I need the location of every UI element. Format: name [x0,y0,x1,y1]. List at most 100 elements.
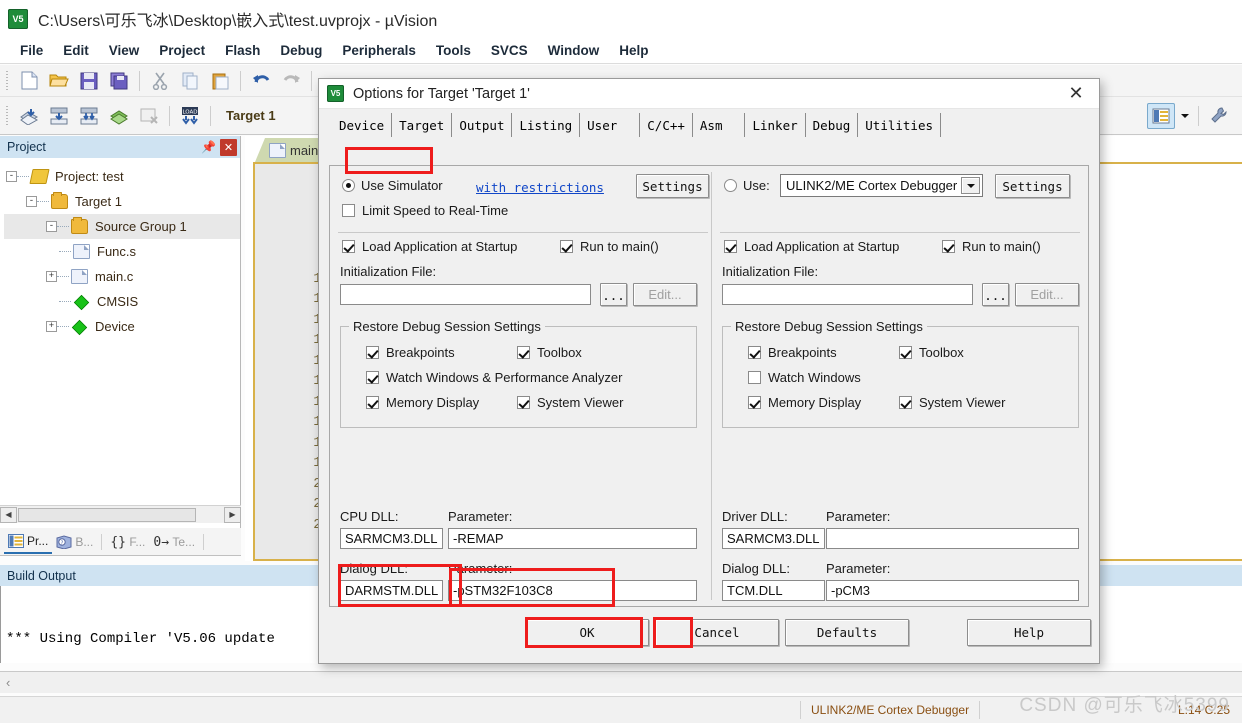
restore-system-viewer-checkbox[interactable] [517,396,530,409]
with-restrictions-link[interactable]: with restrictions [476,180,604,195]
expander-icon[interactable]: + [46,321,57,332]
menu-item-file[interactable]: File [10,41,53,60]
driver-parameter-input[interactable] [826,528,1079,549]
new-file-icon[interactable] [15,68,43,94]
run-to-main-checkbox[interactable] [560,240,573,253]
dialog-dll-input[interactable]: TCM.DLL [722,580,825,601]
rebuild-all-icon[interactable] [75,103,103,129]
tree-item-func-s[interactable]: Func.s [4,239,240,264]
menu-item-svcs[interactable]: SVCS [481,41,538,60]
build-icon[interactable] [15,103,43,129]
close-icon[interactable]: ✕ [220,138,237,156]
restore-toolbox-checkbox[interactable] [517,346,530,359]
init-file-input[interactable] [340,284,591,305]
dialog-parameter-input[interactable]: -pSTM32F103C8 [448,580,697,601]
defaults-button[interactable]: Defaults [785,619,909,646]
menu-item-tools[interactable]: Tools [426,41,481,60]
stop-build-icon[interactable] [135,103,163,129]
use-simulator-radio[interactable] [342,179,355,192]
expander-icon[interactable]: + [46,271,57,282]
scroll-right-icon[interactable]: ▶ [224,506,241,523]
copy-icon[interactable] [176,68,204,94]
simulator-settings-button[interactable]: Settings [636,174,709,198]
build-target-icon[interactable] [45,103,73,129]
toolbar-grip[interactable] [3,70,11,91]
scroll-left-icon[interactable]: ‹ [6,675,10,690]
load-application-checkbox[interactable] [342,240,355,253]
restore-watch-windows-checkbox[interactable] [748,371,761,384]
restore-breakpoints-checkbox[interactable] [366,346,379,359]
close-icon[interactable]: ✕ [1057,81,1095,107]
menu-item-debug[interactable]: Debug [270,41,332,60]
save-all-icon[interactable] [105,68,133,94]
undo-icon[interactable] [247,68,275,94]
pin-icon[interactable]: 📌 [200,139,217,156]
tree-item-cmsis[interactable]: CMSIS [4,289,240,314]
menu-item-peripherals[interactable]: Peripherals [332,41,426,60]
restore-toolbox-checkbox[interactable] [899,346,912,359]
tree-item-target-1[interactable]: - Target 1 [4,189,240,214]
menu-item-edit[interactable]: Edit [53,41,99,60]
debugger-dropdown[interactable]: ULINK2/ME Cortex Debugger [780,174,983,197]
hardware-settings-button[interactable]: Settings [995,174,1070,198]
tab-target[interactable]: Target [392,113,453,137]
expander-icon[interactable]: - [26,196,37,207]
menu-item-window[interactable]: Window [538,41,610,60]
menu-item-flash[interactable]: Flash [215,41,270,60]
menu-item-project[interactable]: Project [149,41,215,60]
dialog-parameter-input[interactable]: -pCM3 [826,580,1079,601]
help-button[interactable]: Help [967,619,1091,646]
run-to-main-checkbox[interactable] [942,240,955,253]
init-file-edit-button[interactable]: Edit... [633,283,697,306]
init-file-browse-button[interactable]: ... [982,283,1009,306]
panel-tab-project[interactable]: Pr... [4,529,53,554]
init-file-input[interactable] [722,284,973,305]
toolbar-grip[interactable] [3,105,11,126]
tree-item-project-test[interactable]: - Project: test [4,164,240,189]
project-panel-hscrollbar[interactable]: ◀ ▶ [0,505,241,523]
tree-item-main-c[interactable]: + main.c [4,264,240,289]
load-icon[interactable]: LOAD [176,103,204,129]
batch-build-icon[interactable] [105,103,133,129]
expander-icon[interactable]: - [6,171,17,182]
cpu-parameter-input[interactable]: -REMAP [448,528,697,549]
cancel-button[interactable]: Cancel [655,619,779,646]
tab-asm[interactable]: Asm [692,113,746,137]
tab-device[interactable]: Device [332,113,393,137]
tab-listing[interactable]: Listing [512,113,581,137]
menu-item-help[interactable]: Help [609,41,658,60]
cpu-dll-input[interactable]: SARMCM3.DLL [340,528,443,549]
init-file-browse-button[interactable]: ... [600,283,627,306]
init-file-edit-button[interactable]: Edit... [1015,283,1079,306]
tab-cpp[interactable]: C/C++ [640,113,693,137]
open-file-icon[interactable] [45,68,73,94]
chevron-down-icon[interactable] [1177,103,1192,129]
manage-project-items-icon[interactable] [1147,102,1175,129]
scroll-left-icon[interactable]: ◀ [0,506,17,523]
use-hardware-radio[interactable] [724,179,737,192]
scroll-thumb[interactable] [18,507,196,522]
redo-icon[interactable] [277,68,305,94]
restore-system-viewer-checkbox[interactable] [899,396,912,409]
limit-speed-checkbox[interactable] [342,204,355,217]
menu-item-view[interactable]: View [99,41,150,60]
tab-user[interactable]: User [580,113,641,137]
tab-utilities[interactable]: Utilities [858,113,942,137]
tab-debug[interactable]: Debug [805,113,859,137]
load-application-checkbox[interactable] [724,240,737,253]
restore-breakpoints-checkbox[interactable] [748,346,761,359]
restore-memory-display-checkbox[interactable] [748,396,761,409]
tree-item-source-group-1[interactable]: - Source Group 1 [4,214,240,239]
dialog-dll-input[interactable]: DARMSTM.DLL [340,580,443,601]
expander-icon[interactable]: - [46,221,57,232]
save-icon[interactable] [75,68,103,94]
target-selector-label[interactable]: Target 1 [226,108,276,123]
driver-dll-input[interactable]: SARMCM3.DLL [722,528,825,549]
ok-button[interactable]: OK [525,619,649,646]
chevron-down-icon[interactable] [961,177,980,194]
panel-tab-functions[interactable]: {} F... [106,529,149,554]
panel-tab-books[interactable]: ? B... [52,529,97,554]
paste-icon[interactable] [206,68,234,94]
panel-tab-templates[interactable]: 0→ Te... [149,529,199,554]
restore-memory-display-checkbox[interactable] [366,396,379,409]
